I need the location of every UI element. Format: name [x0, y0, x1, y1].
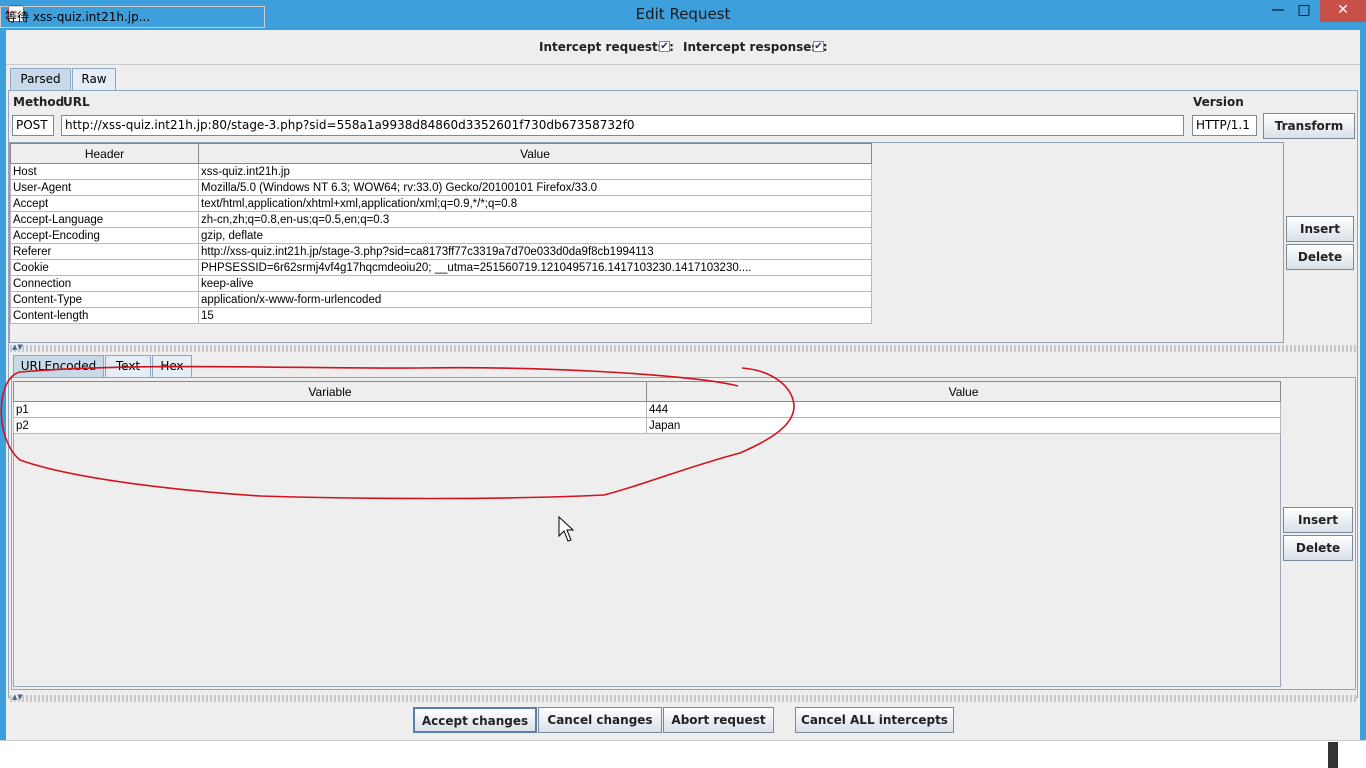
red-annotation-circle	[0, 365, 795, 500]
mouse-cursor-icon	[558, 516, 574, 542]
